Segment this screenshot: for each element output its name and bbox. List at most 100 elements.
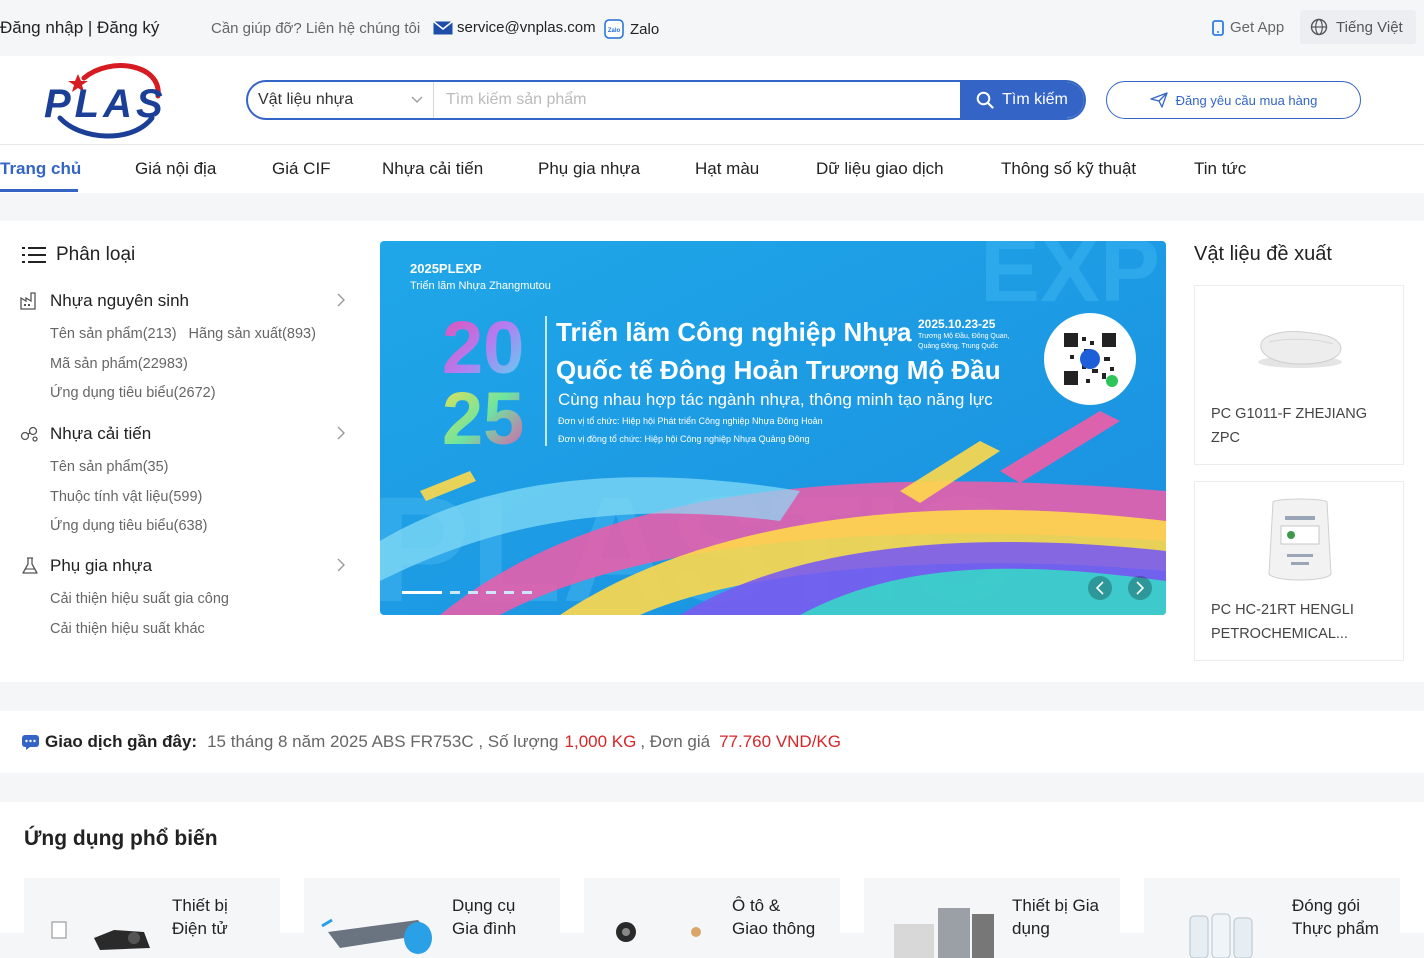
zalo-icon: Zalo (604, 19, 624, 39)
banner-year-bottom: 25 (442, 377, 524, 460)
banner-place-2: Quảng Đông, Trung Quốc (918, 341, 999, 350)
nav-home[interactable]: Trang chủ (0, 159, 81, 179)
zalo-link[interactable]: Zalo Zalo (604, 19, 659, 39)
chevron-down-icon (411, 96, 423, 103)
post-request-label: Đăng yêu cầu mua hàng (1175, 92, 1318, 108)
application-card-appliances[interactable]: Thiết bị Gia dụng (864, 878, 1120, 958)
carousel-prev-button[interactable] (1088, 576, 1112, 600)
banner-co-organizer: Đơn vị đồng tổ chức: Hiệp hội Công nghiệ… (558, 434, 810, 444)
molecule-icon (20, 426, 38, 442)
appliances-image (894, 908, 994, 958)
recommended-product-name: PC G1011-F ZHEJIANG ZPC (1211, 406, 1368, 446)
banner-subtitle: Triển lãm Nhựa Zhangmutou (410, 280, 551, 292)
language-selector[interactable]: Tiếng Việt (1300, 10, 1416, 44)
banner-date: 2025.10.23-25 (918, 317, 996, 331)
nav-active-underline (0, 189, 78, 192)
svg-text:Zalo: Zalo (608, 28, 621, 34)
category-link[interactable]: Cải thiện hiệu suất gia công (50, 591, 229, 607)
category-link[interactable]: Hãng sản xuất(893) (189, 326, 316, 342)
carousel-dot[interactable] (450, 591, 460, 594)
application-card-automotive[interactable]: Ô tô & Giao thông (584, 878, 840, 958)
svg-text:PLAS: PLAS (44, 82, 167, 126)
chevron-right-icon[interactable] (336, 425, 346, 441)
nav-cif-price[interactable]: Giá CIF (272, 159, 331, 179)
mail-icon (433, 20, 453, 34)
category-modified-plastic-links: Tên sản phẩm(35) Thuộc tính vật liệu(599… (20, 453, 350, 542)
recommended-product-card[interactable]: PC HC-21RT HENGLI PETROCHEMICAL... (1194, 481, 1404, 661)
carousel-next-button[interactable] (1128, 576, 1152, 600)
category-modified-plastic-label: Nhựa cải tiến (50, 424, 152, 443)
nav-news[interactable]: Tin tức (1194, 159, 1246, 179)
qr-code (1044, 313, 1136, 405)
category-additives-links: Cải thiện hiệu suất gia công Cải thiện h… (20, 585, 350, 644)
category-link[interactable]: Mã sản phẩm(22983) (50, 356, 188, 372)
nav-masterbatch[interactable]: Hạt màu (695, 159, 759, 179)
search-input[interactable] (434, 82, 960, 118)
banner-brand: 2025PLEXP (410, 261, 482, 276)
category-link[interactable]: Ứng dụng tiêu biểu(638) (50, 518, 208, 534)
category-link[interactable]: Ứng dụng tiêu biểu(2672) (50, 385, 216, 401)
recent-transaction-text: 15 tháng 8 năm 2025 ABS FR753C , Số lượn… (207, 732, 559, 751)
chevron-right-icon[interactable] (336, 557, 346, 573)
email-link[interactable]: service@vnplas.com (433, 19, 596, 36)
nav-transaction-data[interactable]: Dữ liệu giao dịch (816, 159, 944, 179)
category-link[interactable]: Cải thiện hiệu suất khác (50, 621, 205, 637)
nav-technical-specs[interactable]: Thông số kỹ thuật (1001, 159, 1136, 179)
application-card-household[interactable]: Dụng cụ Gia đình (304, 878, 560, 958)
application-label: Ô tô & Giao thông (732, 896, 816, 938)
search-category-value: Vật liệu nhựa (258, 91, 354, 108)
login-register-link[interactable]: Đăng nhập | Đăng ký (0, 18, 159, 38)
popular-applications-section: Ứng dụng phổ biến Thiết bị Điện tử Dụng c… (0, 802, 1424, 958)
banner-organizer: Đơn vị tổ chức: Hiệp hội Phát triển Công… (558, 416, 823, 426)
nav-modified-plastic[interactable]: Nhựa cải tiến (382, 159, 483, 179)
application-label: Dụng cụ Gia đình (452, 896, 517, 938)
category-group-virgin-plastic: Nhựa nguyên sinh Tên sản phẩm(213) Hãng s… (20, 290, 350, 409)
search-category-select[interactable]: Vật liệu nhựa (248, 82, 434, 118)
carousel-dot[interactable] (468, 591, 478, 594)
carousel-dot[interactable] (504, 591, 514, 594)
email-text: service@vnplas.com (457, 19, 596, 36)
get-app-link[interactable]: Get App (1212, 19, 1284, 36)
recent-transaction-price: 77.760 VND/KG (719, 732, 841, 751)
promo-banner[interactable]: EXP PLASTIC 2025PLEXP Triển lãm Nhựa Zha… (380, 241, 1166, 615)
zalo-text: Zalo (630, 20, 660, 38)
household-image (321, 918, 432, 954)
automotive-image (616, 922, 701, 942)
search-icon (976, 91, 994, 109)
search-button-label: Tìm kiếm (1002, 91, 1068, 108)
category-additives-label: Phụ gia nhựa (50, 556, 153, 575)
carousel-dot-active[interactable] (402, 591, 442, 594)
phone-icon (1212, 19, 1224, 36)
application-card-electronics[interactable]: Thiết bị Điện tử (24, 878, 280, 958)
banner-place-1: Trương Mộ Đầu, Đông Quan, (918, 331, 1010, 340)
category-virgin-plastic[interactable]: Nhựa nguyên sinh (20, 290, 350, 312)
category-link[interactable]: Thuộc tính vật liệu(599) (50, 489, 202, 505)
language-text: Tiếng Việt (1336, 18, 1403, 36)
application-card-food-packaging[interactable]: Đóng gói Thực phẩm (1144, 878, 1400, 958)
recommended-product-card[interactable]: PC G1011-F ZHEJIANG ZPC (1194, 285, 1404, 465)
nav-plastic-additives[interactable]: Phụ gia nhựa (538, 159, 640, 179)
banner-headline-1: Triển lãm Công nghiệp Nhựa (556, 317, 912, 347)
category-virgin-plastic-label: Nhựa nguyên sinh (50, 291, 189, 310)
factory-icon (20, 292, 36, 310)
category-additives[interactable]: Phụ gia nhựa (20, 555, 350, 577)
carousel-dot[interactable] (486, 591, 496, 594)
category-modified-plastic[interactable]: Nhựa cải tiến (20, 423, 350, 445)
food-packaging-image (1189, 913, 1253, 958)
carousel-dot[interactable] (522, 591, 532, 594)
banner-tagline: Cùng nhau hợp tác ngành nhựa, thông minh… (558, 390, 993, 409)
post-request-button[interactable]: Đăng yêu cầu mua hàng (1106, 81, 1361, 119)
application-label: Thiết bị Điện tử (172, 896, 228, 938)
main-panel: Phân loại Nhựa nguyên sinh Tên sản phẩm(… (0, 221, 1424, 682)
flask-icon (22, 557, 38, 574)
category-group-modified-plastic: Nhựa cải tiến Tên sản phẩm(35) Thuộc tín… (20, 423, 350, 542)
search-button[interactable]: Tìm kiếm (960, 82, 1084, 118)
nav-domestic-price[interactable]: Giá nội địa (135, 159, 216, 179)
site-logo[interactable]: PLAS (40, 60, 170, 142)
category-link[interactable]: Tên sản phẩm(213) (50, 326, 177, 342)
recommended-title: Vật liệu đề xuất (1194, 243, 1332, 265)
top-bar: Đăng nhập | Đăng ký Cần giúp đỡ? Liên hệ… (0, 0, 1424, 56)
recent-transaction-quantity: 1,000 KG (564, 732, 637, 751)
chevron-right-icon[interactable] (336, 292, 346, 308)
category-link[interactable]: Tên sản phẩm(35) (50, 459, 168, 475)
